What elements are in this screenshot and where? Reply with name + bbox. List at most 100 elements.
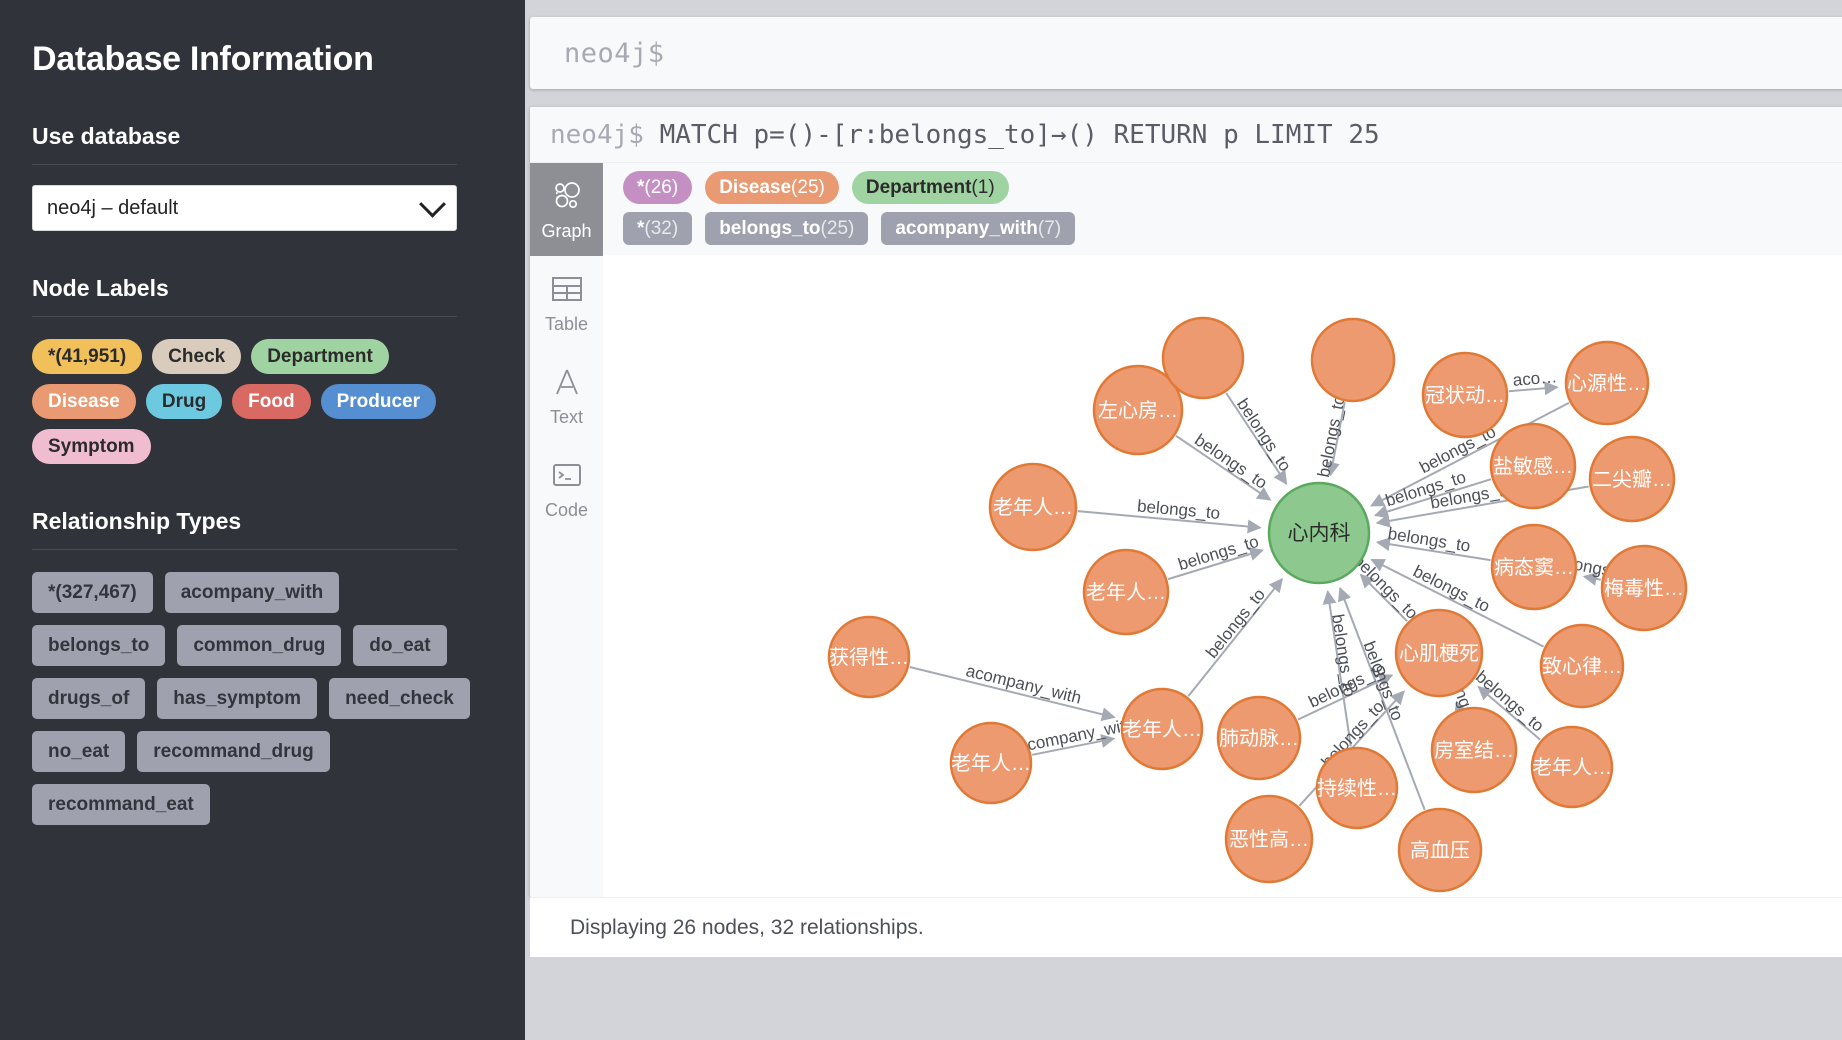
result-canvas-column: *(26) Disease(25) Department(1) *(32) belon… — [603, 163, 1842, 897]
relationship-type-pill[interactable]: common_drug — [177, 625, 342, 666]
graph-node[interactable]: 持续性… — [1315, 746, 1399, 830]
relationship-types-list: *(327,467) acompany_with belongs_to common_… — [32, 572, 472, 825]
chip-count: (25) — [791, 177, 825, 198]
node-label-pill[interactable]: Producer — [320, 384, 437, 419]
relationship-types-divider — [32, 549, 457, 550]
graph-node-label: 老年人… — [1532, 756, 1612, 779]
graph-node[interactable]: 恶性高… — [1224, 794, 1314, 884]
view-tab-text[interactable]: Text — [530, 349, 603, 442]
result-frame: neo4j$ MATCH p=()-[r:belongs_to]→() RETU… — [530, 107, 1842, 897]
frame-query: MATCH p=()-[r:belongs_to]→() RETURN p LI… — [659, 119, 1380, 150]
graph-node[interactable] — [1310, 317, 1396, 403]
graph-node[interactable]: 病态窦… — [1490, 523, 1578, 611]
graph-node-label: 冠状动… — [1425, 384, 1505, 407]
node-label-pill[interactable]: Food — [232, 384, 311, 419]
graph-node-label: 获得性… — [829, 646, 909, 669]
graph-node-label: 病态窦… — [1494, 556, 1574, 579]
relationship-type-pill[interactable]: *(327,467) — [32, 572, 153, 613]
label-chip[interactable]: *(26) — [623, 171, 693, 204]
graph-node-circle[interactable] — [1161, 316, 1245, 400]
node-label-pill[interactable]: *(41,951) — [32, 339, 143, 374]
relationship-type-pill[interactable]: no_eat — [32, 731, 126, 772]
graph-node[interactable]: 获得性… — [827, 615, 911, 699]
graph-edge-label: belongs_to — [1202, 585, 1269, 662]
cypher-editor[interactable]: neo4j$ — [530, 17, 1842, 89]
chip-count: (26) — [644, 177, 679, 198]
use-database-heading: Use database — [32, 123, 181, 149]
view-tab-graph[interactable]: Graph — [530, 163, 603, 256]
relationship-chip[interactable]: belongs_to(25) — [705, 212, 869, 245]
relationship-type-pill[interactable]: recommand_eat — [32, 784, 210, 825]
graph-node[interactable]: 高血压 — [1397, 807, 1483, 893]
code-icon — [551, 457, 583, 493]
graph-node[interactable] — [1161, 316, 1245, 400]
relationship-type-pill[interactable]: drugs_of — [32, 678, 146, 719]
neo4j-browser-app: Database Information Use database neo4j … — [0, 0, 1842, 1040]
chip-count: (32) — [644, 218, 679, 239]
label-chip[interactable]: Department(1) — [851, 171, 1009, 204]
view-tab-label: Table — [544, 313, 589, 334]
relationship-type-pill[interactable]: need_check — [329, 678, 470, 719]
graph-node[interactable]: 梅毒性… — [1600, 544, 1688, 632]
label-chip[interactable]: Disease(25) — [705, 171, 839, 204]
graph-icon — [550, 178, 584, 214]
chip-label: acompany_with — [895, 218, 1038, 239]
frame-query-text: neo4j$ MATCH p=()-[r:belongs_to]→() RETU… — [550, 120, 1380, 150]
chip-count: (1) — [971, 177, 995, 198]
graph-node-circle[interactable] — [1310, 317, 1396, 403]
graph-edge-label: aco… — [1512, 367, 1558, 390]
graph-visualization[interactable]: belongs_to belongs_to belongs_to acompany_w… — [603, 255, 1842, 897]
graph-node-label: 老年人… — [993, 496, 1073, 519]
relationship-type-pill[interactable]: recommand_drug — [137, 731, 330, 772]
chip-count: (25) — [820, 218, 855, 239]
node-labels-divider — [32, 316, 457, 317]
graph-edge-label: belongs_to — [1136, 496, 1221, 522]
graph-node-label: 心源性… — [1567, 372, 1647, 395]
graph-node[interactable]: 心内科 — [1267, 481, 1371, 585]
node-label-pill[interactable]: Disease — [32, 384, 136, 419]
node-labels-heading: Node Labels — [32, 275, 169, 301]
relationship-chip[interactable]: *(32) — [623, 212, 693, 245]
relationship-type-pill[interactable]: do_eat — [353, 625, 447, 666]
relationship-type-pill[interactable]: has_symptom — [157, 678, 318, 719]
graph-svg[interactable]: belongs_to belongs_to belongs_to acompany_w… — [603, 255, 1842, 897]
relationship-type-pill[interactable]: belongs_to — [32, 625, 166, 666]
table-icon — [551, 271, 583, 307]
graph-node[interactable]: 老年人… — [1120, 687, 1204, 771]
graph-node-label: 老年人… — [1086, 581, 1166, 604]
graph-node-label: 盐敏感… — [1493, 455, 1573, 478]
graph-node-label: 房室结… — [1434, 739, 1514, 762]
view-tab-code[interactable]: Code — [530, 442, 603, 535]
graph-node-label: 肺动脉… — [1219, 727, 1299, 750]
node-label-pill[interactable]: Symptom — [32, 429, 151, 464]
graph-node-label: 持续性… — [1317, 777, 1397, 800]
chip-label: Disease — [719, 177, 792, 198]
node-label-pill[interactable]: Check — [152, 339, 242, 374]
graph-node[interactable]: 冠状动… — [1421, 351, 1509, 439]
relationship-type-pill[interactable]: acompany_with — [164, 572, 340, 613]
graph-node[interactable]: 心肌梗死 — [1394, 608, 1484, 698]
graph-node[interactable]: 老年人… — [1530, 725, 1614, 809]
relationship-chip[interactable]: acompany_with(7) — [881, 212, 1076, 245]
graph-node[interactable]: 肺动脉… — [1216, 695, 1302, 781]
graph-node[interactable]: 老年人… — [1082, 548, 1170, 636]
graph-node[interactable]: 老年人… — [949, 721, 1033, 805]
graph-node[interactable]: 老年人… — [988, 462, 1078, 552]
node-labels-list: *(41,951) Check Department Disease Drug Food P… — [32, 339, 472, 464]
view-tab-table[interactable]: Table — [530, 256, 603, 349]
node-label-pill[interactable]: Drug — [145, 384, 223, 419]
graph-node-label: 二尖瓣… — [1592, 468, 1672, 491]
graph-edge-label: belongs_to — [1314, 394, 1349, 479]
result-legend: *(26) Disease(25) Department(1) *(32) belon… — [623, 171, 1842, 245]
graph-node[interactable]: 致心律… — [1539, 623, 1625, 709]
graph-node-label: 恶性高… — [1229, 828, 1309, 851]
graph-node[interactable]: 房室结… — [1430, 706, 1518, 794]
frame-header: neo4j$ MATCH p=()-[r:belongs_to]→() RETU… — [530, 107, 1842, 163]
graph-node[interactable]: 心源性… — [1564, 340, 1650, 426]
chip-count: (7) — [1037, 218, 1062, 239]
graph-node[interactable]: 二尖瓣… — [1588, 435, 1676, 523]
database-select[interactable]: neo4j – default — [32, 185, 457, 231]
frame-prompt: neo4j$ — [550, 119, 644, 150]
graph-node[interactable]: 盐敏感… — [1489, 422, 1577, 510]
node-label-pill[interactable]: Department — [251, 339, 389, 374]
